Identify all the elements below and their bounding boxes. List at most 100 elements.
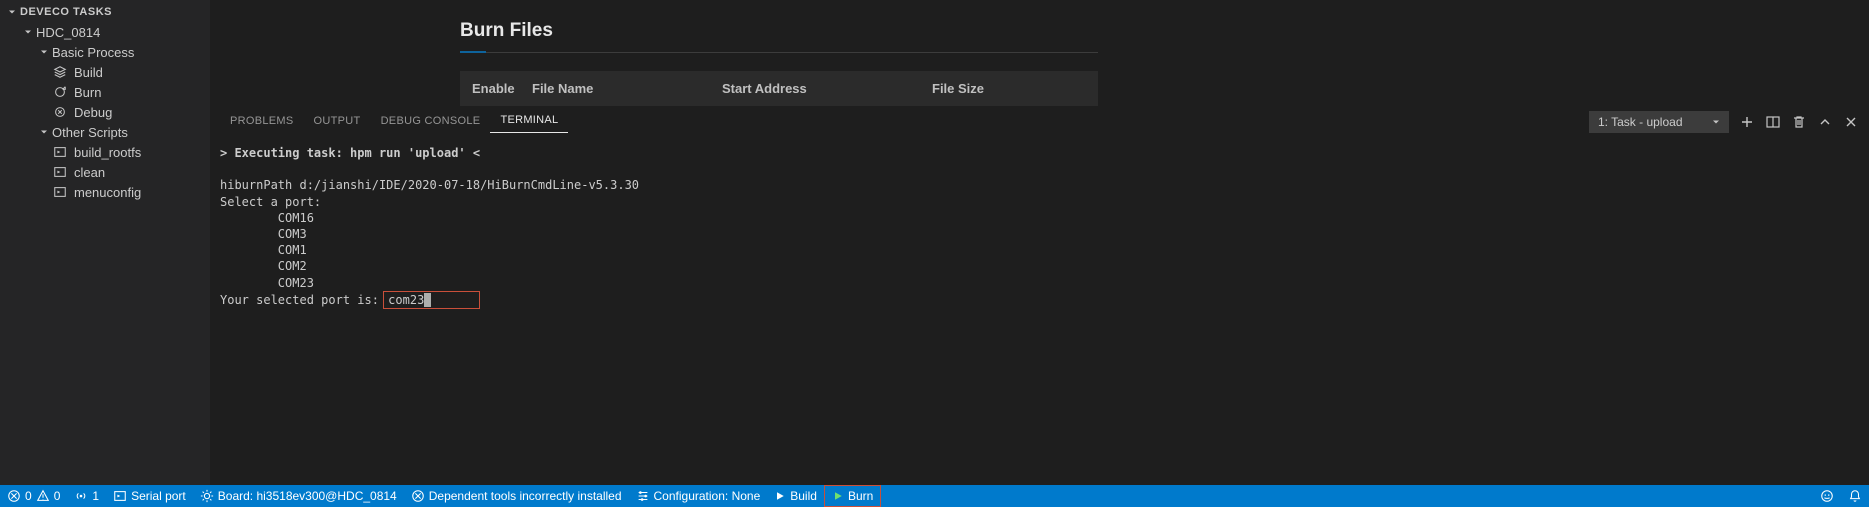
status-label: Board: hi3518ev300@HDC_0814 bbox=[218, 489, 397, 503]
tree-label: HDC_0814 bbox=[36, 25, 100, 40]
terminal-line: Your selected port is: bbox=[220, 293, 386, 307]
th-enable: Enable bbox=[472, 81, 532, 96]
status-errors[interactable]: 0 0 bbox=[0, 485, 67, 507]
editor-area: Burn Files Enable File Name Start Addres… bbox=[210, 0, 1869, 485]
status-feedback[interactable] bbox=[1813, 485, 1841, 507]
status-notifications[interactable] bbox=[1841, 485, 1869, 507]
warning-icon bbox=[36, 489, 50, 503]
tab-output[interactable]: OUTPUT bbox=[304, 111, 371, 133]
status-label: Serial port bbox=[131, 489, 186, 503]
chevron-up-icon[interactable] bbox=[1817, 114, 1833, 130]
sidebar: DEVECO TASKS HDC_0814 Basic Process Buil… bbox=[0, 0, 210, 485]
status-dep-tools[interactable]: Dependent tools incorrectly installed bbox=[404, 485, 629, 507]
tree-label: clean bbox=[74, 165, 105, 180]
terminal-line: Select a port: bbox=[220, 195, 321, 209]
section-title: DEVECO TASKS bbox=[20, 6, 112, 18]
tree-item-other-scripts[interactable]: Other Scripts bbox=[0, 122, 210, 142]
page-title: Burn Files bbox=[460, 20, 1869, 42]
status-label: Dependent tools incorrectly installed bbox=[429, 489, 622, 503]
selected-port-value: com23 bbox=[388, 293, 424, 307]
play-icon bbox=[832, 490, 844, 502]
status-build[interactable]: Build bbox=[767, 485, 824, 507]
status-label: Build bbox=[790, 489, 817, 503]
terminal-line: COM1 bbox=[278, 243, 307, 257]
feedback-icon bbox=[1820, 489, 1834, 503]
terminal-cursor bbox=[424, 293, 431, 307]
chevron-down-icon bbox=[36, 124, 52, 140]
gear-icon bbox=[200, 489, 214, 503]
chevron-down-icon bbox=[20, 24, 36, 40]
tree-item-clean[interactable]: clean bbox=[0, 162, 210, 182]
tab-terminal[interactable]: TERMINAL bbox=[490, 110, 568, 133]
task-select-value: 1: Task - upload bbox=[1598, 115, 1683, 129]
terminal-task-select[interactable]: 1: Task - upload bbox=[1589, 111, 1729, 133]
error-icon bbox=[7, 489, 21, 503]
tab-debug-console[interactable]: DEBUG CONSOLE bbox=[371, 111, 491, 133]
tree-item-basic-process[interactable]: Basic Process bbox=[0, 42, 210, 62]
status-serial-port[interactable]: Serial port bbox=[106, 485, 193, 507]
status-ports[interactable]: 1 bbox=[67, 485, 106, 507]
status-value: 1 bbox=[92, 489, 99, 503]
broadcast-icon bbox=[74, 489, 88, 503]
terminal-line: hiburnPath d:/jianshi/IDE/2020-07-18/HiB… bbox=[220, 178, 639, 192]
script-icon bbox=[52, 144, 68, 160]
bell-icon bbox=[1848, 489, 1862, 503]
tree-item-root[interactable]: HDC_0814 bbox=[0, 22, 210, 42]
new-terminal-icon[interactable] bbox=[1739, 114, 1755, 130]
debug-icon bbox=[52, 104, 68, 120]
tree-label: Basic Process bbox=[52, 45, 134, 60]
chevron-down-icon bbox=[4, 4, 20, 20]
status-label: Burn bbox=[848, 489, 873, 503]
terminal-output[interactable]: > Executing task: hpm run 'upload' < hib… bbox=[210, 133, 1869, 485]
burn-icon bbox=[52, 84, 68, 100]
status-board[interactable]: Board: hi3518ev300@HDC_0814 bbox=[193, 485, 404, 507]
status-burn-highlight: Burn bbox=[824, 485, 881, 507]
sliders-icon bbox=[636, 489, 650, 503]
terminal-line: > Executing task: hpm run 'upload' < bbox=[220, 146, 480, 160]
tree-item-burn[interactable]: Burn bbox=[0, 82, 210, 102]
error-icon bbox=[411, 489, 425, 503]
title-underline bbox=[460, 52, 1098, 53]
th-file-size: File Size bbox=[932, 81, 1086, 96]
tree-item-menuconfig[interactable]: menuconfig bbox=[0, 182, 210, 202]
script-icon bbox=[113, 489, 127, 503]
layers-icon bbox=[52, 64, 68, 80]
terminal-line: COM3 bbox=[278, 227, 307, 241]
chevron-down-icon bbox=[1710, 116, 1722, 128]
status-bar: 0 0 1 Serial port Board: hi3518ev300@HDC… bbox=[0, 485, 1869, 507]
editor-content: Burn Files Enable File Name Start Addres… bbox=[210, 0, 1869, 106]
th-start-address: Start Address bbox=[722, 81, 932, 96]
status-burn[interactable]: Burn bbox=[825, 486, 880, 506]
active-tab-indicator bbox=[460, 51, 486, 53]
tree-item-build[interactable]: Build bbox=[0, 62, 210, 82]
terminal-line: COM2 bbox=[278, 259, 307, 273]
panel-actions: 1: Task - upload bbox=[1589, 111, 1859, 133]
tree-label: Other Scripts bbox=[52, 125, 128, 140]
tree-label: menuconfig bbox=[74, 185, 141, 200]
tab-problems[interactable]: PROBLEMS bbox=[220, 111, 304, 133]
panel-area: PROBLEMS OUTPUT DEBUG CONSOLE TERMINAL 1… bbox=[210, 106, 1869, 485]
tree-item-build-rootfs[interactable]: build_rootfs bbox=[0, 142, 210, 162]
terminal-line: COM16 bbox=[278, 211, 314, 225]
script-icon bbox=[52, 164, 68, 180]
status-value: 0 bbox=[25, 489, 32, 503]
chevron-down-icon bbox=[36, 44, 52, 60]
selected-port-highlight: com23 bbox=[383, 291, 479, 309]
status-value: 0 bbox=[54, 489, 61, 503]
tree-item-debug[interactable]: Debug bbox=[0, 102, 210, 122]
status-config[interactable]: Configuration: None bbox=[629, 485, 768, 507]
status-label: Configuration: None bbox=[654, 489, 761, 503]
sidebar-section-header[interactable]: DEVECO TASKS bbox=[0, 2, 210, 22]
tree-label: build_rootfs bbox=[74, 145, 141, 160]
terminal-line: COM23 bbox=[278, 276, 314, 290]
panel-tabs: PROBLEMS OUTPUT DEBUG CONSOLE TERMINAL 1… bbox=[210, 106, 1869, 133]
tree-label: Debug bbox=[74, 105, 112, 120]
tree-label: Build bbox=[74, 65, 103, 80]
tree-label: Burn bbox=[74, 85, 101, 100]
close-icon[interactable] bbox=[1843, 114, 1859, 130]
script-icon bbox=[52, 184, 68, 200]
th-file-name: File Name bbox=[532, 81, 722, 96]
trash-icon[interactable] bbox=[1791, 114, 1807, 130]
split-terminal-icon[interactable] bbox=[1765, 114, 1781, 130]
table-header: Enable File Name Start Address File Size bbox=[460, 71, 1098, 106]
